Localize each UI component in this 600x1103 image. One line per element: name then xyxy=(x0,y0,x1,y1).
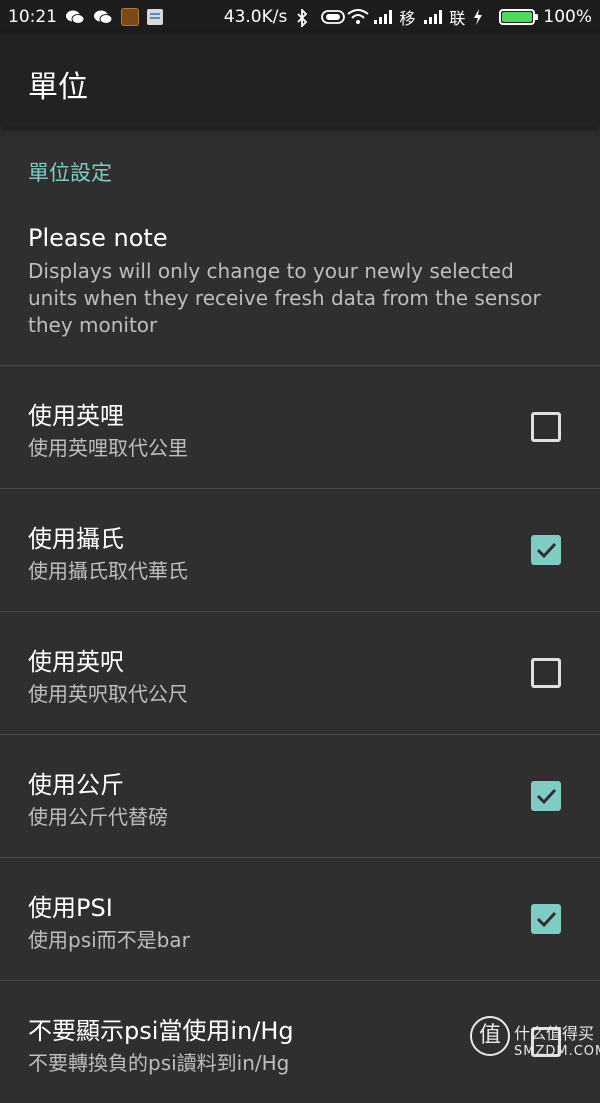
preference-use-feet[interactable]: 使用英呎 使用英呎取代公尺 xyxy=(0,612,600,734)
note-preference[interactable]: Please note Displays will only change to… xyxy=(0,223,600,365)
page-title: 單位 xyxy=(28,70,88,105)
wifi-icon xyxy=(347,9,369,25)
preference-use-celsius[interactable]: 使用攝氏 使用攝氏取代華氏 xyxy=(0,489,600,611)
feet-checkbox[interactable] xyxy=(531,658,561,688)
status-right: 43.0K/s 移 联 100% xyxy=(224,5,592,29)
preference-title: 使用攝氏 xyxy=(28,525,124,553)
preference-summary: 不要轉換負的psi讀料到in/Hg xyxy=(28,1051,290,1075)
preference-summary: 使用psi而不是bar xyxy=(28,928,190,952)
preference-use-kilograms[interactable]: 使用公斤 使用公斤代替磅 xyxy=(0,735,600,857)
kilograms-checkbox[interactable] xyxy=(531,781,561,811)
psi-checkbox[interactable] xyxy=(531,904,561,934)
watermark: 值 什么值得买 SMZDM.COM xyxy=(470,1014,600,1067)
preference-title: 使用PSI xyxy=(28,894,113,922)
battery-percent: 100% xyxy=(543,7,592,27)
bluetooth-icon xyxy=(295,7,313,29)
status-left: 10:21 xyxy=(8,7,163,27)
status-time: 10:21 xyxy=(8,7,57,27)
carrier-label-2: 联 xyxy=(449,9,466,28)
signal-icon xyxy=(423,9,443,25)
celsius-checkbox[interactable] xyxy=(531,535,561,565)
watermark-logo-icon: 值 xyxy=(470,1016,510,1056)
preference-summary: 使用英呎取代公尺 xyxy=(28,682,188,706)
preference-use-miles[interactable]: 使用英哩 使用英哩取代公里 xyxy=(0,366,600,488)
preference-summary: 使用公斤代替磅 xyxy=(28,805,168,829)
toggle-icon xyxy=(321,9,346,25)
status-bar: 10:21 43.0K/s 移 联 100% xyxy=(0,0,600,34)
network-speed: 43.0K/s xyxy=(223,7,288,27)
preference-title: 使用英哩 xyxy=(28,402,124,430)
wechat-icon xyxy=(93,9,113,25)
checkmark-icon xyxy=(536,911,557,928)
note-summary: Displays will only change to your newly … xyxy=(28,259,541,337)
note-title: Please note xyxy=(28,224,168,252)
settings-list[interactable]: 單位設定 Please note Displays will only chan… xyxy=(0,127,600,1103)
app-toolbar: 單位 xyxy=(0,34,600,127)
miles-checkbox[interactable] xyxy=(531,412,561,442)
signal-icon xyxy=(373,9,393,25)
preference-summary: 使用英哩取代公里 xyxy=(28,436,188,460)
watermark-domain: SMZDM.COM xyxy=(514,1044,600,1059)
preference-use-psi[interactable]: 使用PSI 使用psi而不是bar xyxy=(0,858,600,980)
document-icon xyxy=(147,9,163,25)
battery-icon xyxy=(499,9,539,25)
carrier-label-1: 移 xyxy=(399,9,416,28)
category-title: 單位設定 xyxy=(28,161,112,185)
charging-icon xyxy=(473,9,491,25)
checkmark-icon xyxy=(536,788,557,805)
wechat-icon xyxy=(65,9,85,25)
preference-title: 使用英呎 xyxy=(28,648,124,676)
preference-title: 使用公斤 xyxy=(28,771,124,799)
checkmark-icon xyxy=(536,542,557,559)
game-app-icon xyxy=(121,8,139,26)
preference-title: 不要顯示psi當使用in/Hg xyxy=(28,1017,294,1045)
preference-summary: 使用攝氏取代華氏 xyxy=(28,559,188,583)
watermark-text: 什么值得买 xyxy=(514,1024,595,1043)
